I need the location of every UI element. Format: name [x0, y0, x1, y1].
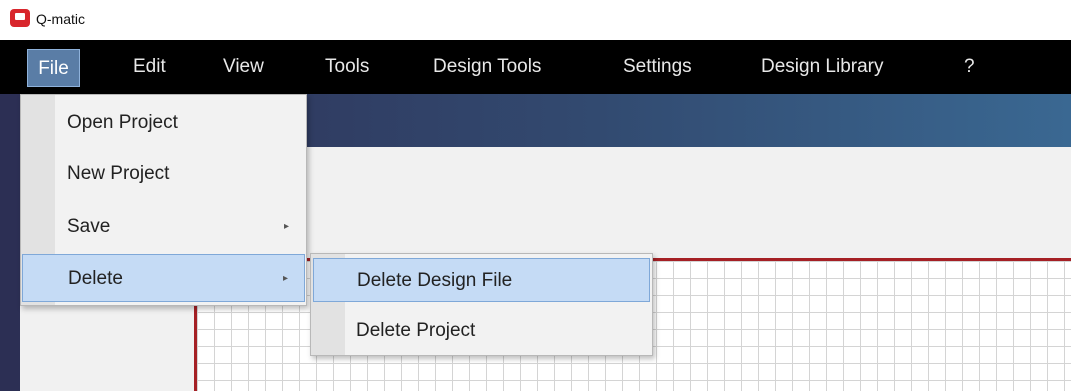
- menu-edit[interactable]: Edit: [133, 40, 166, 94]
- menu-view[interactable]: View: [223, 40, 264, 94]
- file-menu-dropdown: Open Project New Project Save ▸ Delete ▸: [20, 94, 307, 306]
- menu-item-label: Delete: [68, 268, 123, 289]
- menu-design-tools[interactable]: Design Tools: [433, 40, 541, 94]
- menu-item-save[interactable]: Save ▸: [22, 203, 305, 251]
- app-logo-icon: [10, 9, 30, 27]
- delete-submenu: Delete Design File Delete Project: [310, 253, 653, 356]
- menu-item-new-project[interactable]: New Project: [22, 150, 305, 198]
- menu-item-label: New Project: [67, 163, 170, 184]
- menu-settings[interactable]: Settings: [623, 40, 692, 94]
- menu-design-library[interactable]: Design Library: [761, 40, 884, 94]
- menu-item-open-project[interactable]: Open Project: [22, 99, 305, 147]
- window-title: Q-matic: [36, 11, 85, 27]
- submenu-arrow-icon: ▸: [283, 221, 289, 232]
- menu-file[interactable]: File: [27, 49, 80, 87]
- menu-item-delete-design-file[interactable]: Delete Design File: [313, 258, 650, 302]
- menu-item-label: Delete Project: [356, 320, 476, 341]
- menu-item-label: Open Project: [67, 112, 178, 133]
- menu-item-label: Save: [67, 216, 111, 237]
- menu-help[interactable]: ?: [964, 40, 975, 94]
- menu-bar: File Edit View Tools Design Tools Settin…: [0, 40, 1071, 94]
- menu-item-delete-project[interactable]: Delete Project: [313, 309, 650, 353]
- menu-item-label: Delete Design File: [357, 270, 513, 291]
- title-bar: Q-matic: [0, 0, 1071, 40]
- menu-tools[interactable]: Tools: [325, 40, 369, 94]
- submenu-arrow-icon: ▸: [282, 273, 288, 284]
- menu-item-delete[interactable]: Delete ▸: [22, 254, 305, 302]
- left-panel-strip: [0, 94, 20, 391]
